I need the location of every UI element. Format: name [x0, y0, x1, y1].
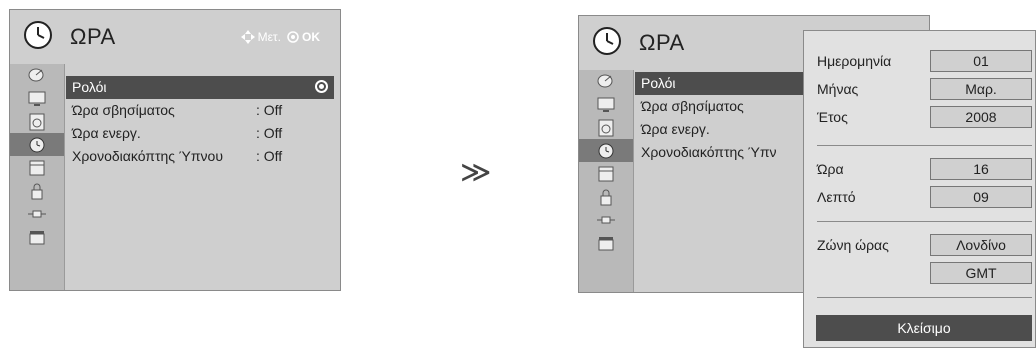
gmt-field[interactable]: GMT	[930, 262, 1032, 284]
divider	[817, 221, 1032, 222]
lock-icon[interactable]	[10, 179, 64, 202]
date-field[interactable]: 01	[930, 50, 1032, 72]
date-row: Ημερομηνία 01	[804, 49, 1036, 75]
year-field[interactable]: 2008	[930, 106, 1032, 128]
timezone-field[interactable]: Λονδίνο	[930, 234, 1032, 256]
month-label: Μήνας	[817, 81, 859, 97]
page-title: ΩΡΑ	[70, 24, 116, 49]
satellite-dish-icon[interactable]	[579, 70, 633, 93]
timezone-row: Ζώνη ώρας Λονδίνο	[804, 233, 1036, 259]
menu-item-clock[interactable]: Ρολόι	[635, 72, 805, 95]
clapperboard-icon[interactable]	[579, 231, 633, 254]
menu-item-label: Χρονοδιακόπτης Ύπνου	[72, 148, 223, 164]
time-menu-panel: ΩΡΑ Μετ. OK Ρολόι Ώρα σβησίματος : Off Ώ…	[9, 9, 341, 291]
speaker-icon[interactable]	[579, 116, 633, 139]
menu-item-value: : Off	[256, 125, 283, 141]
month-field[interactable]: Μαρ.	[930, 78, 1032, 100]
ok-hint-label: OK	[302, 30, 320, 44]
minute-label: Λεπτό	[817, 189, 856, 205]
menu-item-value: : Off	[256, 102, 283, 118]
category-sidebar	[579, 70, 634, 292]
plug-icon[interactable]	[10, 202, 64, 225]
minute-row: Λεπτό 09	[804, 185, 1036, 211]
tv-screen-icon[interactable]	[10, 87, 64, 110]
page-title: ΩΡΑ	[639, 30, 685, 55]
month-row: Μήνας Μαρ.	[804, 77, 1036, 103]
time-menu-list: Ρολόι Ώρα σβησίματος : Off Ώρα ενεργ. : …	[66, 76, 334, 168]
button-hints: Μετ. OK	[240, 30, 320, 44]
date-label: Ημερομηνία	[817, 53, 892, 69]
menu-item-sleep-timer[interactable]: Χρονοδιακόπτης Ύπνου : Off	[66, 145, 334, 168]
time-menu-list: Ρολόι Ώρα σβησίματος Ώρα ενεργ. Χρονοδια…	[635, 72, 805, 164]
menu-item-label: Ώρα σβησίματος	[641, 98, 744, 114]
tv-screen-icon[interactable]	[579, 93, 633, 116]
menu-item-label: Ώρα ενεργ.	[72, 125, 141, 141]
menu-item-label: Χρονοδιακόπτης Ύπν	[641, 144, 777, 160]
move-hint-label: Μετ.	[257, 30, 281, 44]
dpad-icon	[240, 30, 255, 44]
lock-icon[interactable]	[579, 185, 633, 208]
menu-item-clock[interactable]: Ρολόι	[66, 76, 334, 99]
close-button[interactable]: Κλείσιμο	[816, 315, 1032, 341]
gmt-row: GMT	[804, 261, 1036, 287]
plug-icon[interactable]	[579, 208, 633, 231]
clock-icon	[24, 21, 52, 49]
ok-hint: OK	[287, 30, 320, 44]
timezone-label: Ζώνη ώρας	[817, 237, 889, 253]
selected-radio-icon	[315, 80, 328, 93]
menu-item-label: Ρολόι	[72, 79, 107, 95]
menu-item-label: Ρολόι	[641, 75, 676, 91]
menu-item-value: : Off	[256, 148, 283, 164]
clock-icon	[593, 27, 621, 55]
speaker-icon[interactable]	[10, 110, 64, 133]
ok-button-icon	[287, 31, 299, 43]
divider	[817, 297, 1032, 298]
transition-arrow: ≫	[460, 156, 492, 189]
panel-header: ΩΡΑ Μετ. OK	[10, 10, 340, 64]
clapperboard-icon[interactable]	[10, 225, 64, 248]
hour-label: Ώρα	[817, 161, 844, 177]
clock-icon[interactable]	[10, 133, 64, 156]
clock-settings-popup: Ημερομηνία 01 Μήνας Μαρ. Έτος 2008 Ώρα 1…	[803, 30, 1036, 348]
minute-field[interactable]: 09	[930, 186, 1032, 208]
satellite-dish-icon[interactable]	[10, 64, 64, 87]
year-label: Έτος	[817, 109, 848, 125]
menu-item-label: Ώρα ενεργ.	[641, 121, 710, 137]
calendar-icon[interactable]	[579, 162, 633, 185]
clock-icon[interactable]	[579, 139, 633, 162]
divider	[817, 145, 1032, 146]
category-sidebar	[10, 64, 65, 290]
move-hint: Μετ.	[240, 30, 281, 44]
hour-field[interactable]: 16	[930, 158, 1032, 180]
menu-item-off-time[interactable]: Ώρα σβησίματος	[635, 95, 805, 118]
hour-row: Ώρα 16	[804, 157, 1036, 183]
calendar-icon[interactable]	[10, 156, 64, 179]
menu-item-on-time[interactable]: Ώρα ενεργ.	[635, 118, 805, 141]
menu-item-on-time[interactable]: Ώρα ενεργ. : Off	[66, 122, 334, 145]
menu-item-off-time[interactable]: Ώρα σβησίματος : Off	[66, 99, 334, 122]
menu-item-label: Ώρα σβησίματος	[72, 102, 175, 118]
year-row: Έτος 2008	[804, 105, 1036, 131]
menu-item-sleep-timer[interactable]: Χρονοδιακόπτης Ύπν	[635, 141, 805, 164]
